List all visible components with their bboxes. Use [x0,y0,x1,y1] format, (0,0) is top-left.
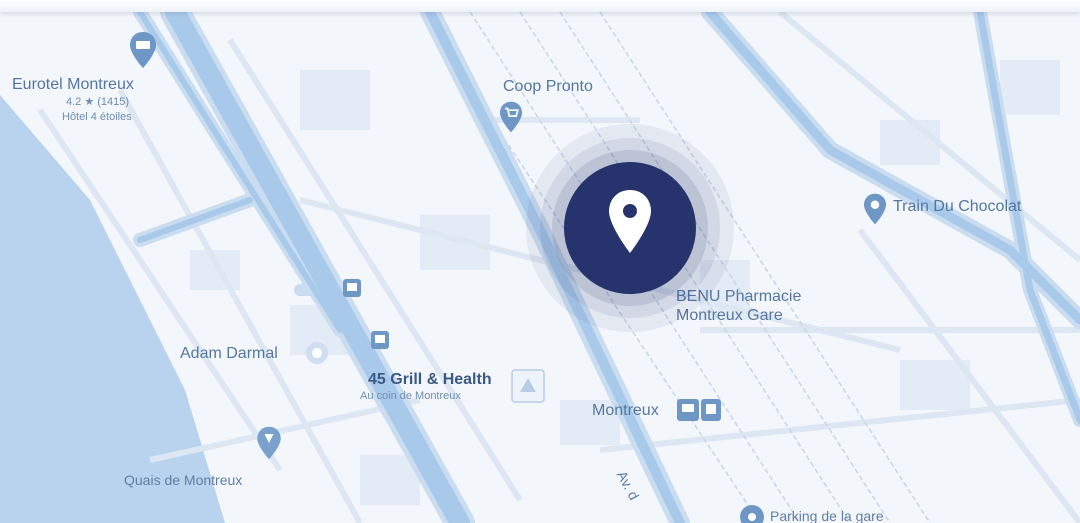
eurotel-name[interactable]: Eurotel Montreux [12,76,134,94]
coop-name[interactable]: Coop Pronto [503,78,593,96]
top-bar-shadow [0,0,1080,12]
bus-stop-icon[interactable] [370,330,390,350]
location-marker[interactable] [520,118,740,338]
clinic-icon[interactable] [304,340,330,370]
parking-icon[interactable] [738,503,766,523]
grill-name[interactable]: 45 Grill & Health [368,371,492,389]
station-name[interactable]: Montreux [592,402,659,420]
parking-name[interactable]: Parking de la gare [770,508,884,523]
bus-stop-icon[interactable] [342,278,362,298]
lake-water [0,95,225,523]
map-view[interactable]: Eurotel Montreux 4.2 ★ (1415) Hôtel 4 ét… [0,0,1080,523]
pin-icon[interactable] [862,192,888,226]
eurotel-rating: 4.2 ★ (1415) [66,96,130,108]
train-icon[interactable] [676,397,722,423]
quais-name[interactable]: Quais de Montreux [124,472,242,488]
grill-sub: Au coin de Montreux [360,390,461,402]
building-icon[interactable] [510,368,546,404]
eurotel-category: Hôtel 4 étoiles [62,111,132,123]
hotel-icon[interactable] [128,30,158,70]
train-chocolat-name[interactable]: Train Du Chocolat [893,198,1021,216]
landmark-icon[interactable] [255,425,283,461]
adam-name[interactable]: Adam Darmal [180,345,278,363]
